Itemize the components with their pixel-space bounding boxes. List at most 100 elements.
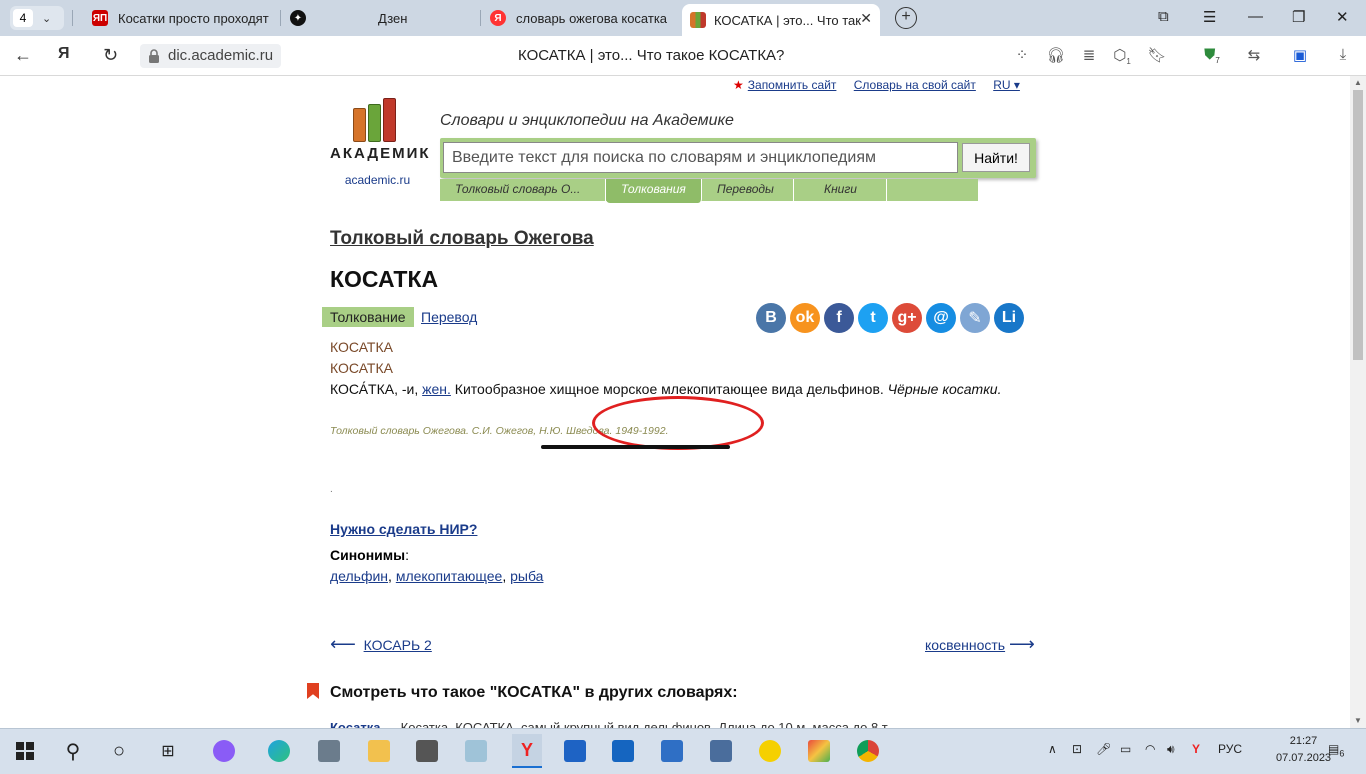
reload-icon[interactable]: ↻	[103, 45, 118, 66]
scroll-down-icon[interactable]: ▼	[1354, 716, 1362, 725]
share-button-7[interactable]: Li	[994, 303, 1024, 333]
reader-icon[interactable]: ≣	[1079, 46, 1099, 66]
tab-2[interactable]: ✦ Дзен	[290, 4, 470, 32]
scroll-thumb[interactable]	[1353, 90, 1363, 360]
page-title: КОСАТКА | это... Что такое КОСАТКА?	[518, 47, 785, 64]
volume-icon[interactable]: 🔊︎	[1167, 742, 1175, 757]
app-a-icon[interactable]	[414, 738, 440, 764]
restore-icon[interactable]: ❐	[1292, 8, 1305, 26]
tab-4-active[interactable]: КОСАТКА | это... Что так ✕	[682, 4, 880, 36]
nir-link[interactable]: Нужно сделать НИР?	[330, 521, 477, 537]
next-entry-link[interactable]: косвенность ⟶	[925, 634, 1035, 655]
yandex-home-icon[interactable]: Я	[58, 45, 70, 63]
bookmark-icon[interactable]: 🔖︎	[1147, 46, 1167, 66]
share-button-6[interactable]: ✎	[960, 303, 990, 333]
notifications-icon[interactable]: ▤6	[1328, 742, 1344, 758]
share-button-3[interactable]: t	[858, 303, 888, 333]
headphones-icon[interactable]: 🎧︎	[1046, 46, 1066, 66]
page-scrollbar[interactable]: ▲ ▼	[1350, 76, 1366, 728]
meet-icon[interactable]: ⊡	[1072, 742, 1082, 756]
separator-dot: .	[330, 484, 333, 495]
protect-icon[interactable]: ⛊7	[1202, 46, 1222, 66]
back-icon[interactable]: ←	[14, 45, 32, 66]
logo-text: АКАДЕМИК	[330, 145, 431, 162]
star-icon: ★	[733, 78, 744, 92]
tray-expand-icon[interactable]: ∧	[1048, 742, 1057, 756]
share-button-2[interactable]: f	[824, 303, 854, 333]
books-logo-icon	[353, 96, 425, 142]
other-entry-link[interactable]: Косатка	[330, 720, 380, 728]
prev-entry-link[interactable]: ⟵ КОСАРЬ 2	[330, 634, 432, 655]
microphone-icon[interactable]: 🎤︎	[1096, 742, 1111, 756]
search-button[interactable]: Найти!	[962, 143, 1030, 172]
alice-icon[interactable]	[211, 738, 237, 764]
share-button-5[interactable]: @	[926, 303, 956, 333]
profile-icon[interactable]: ▣	[1290, 46, 1310, 66]
entry-line-2: КОСАТКА	[330, 360, 393, 376]
search-icon[interactable]: ⚲	[60, 738, 86, 764]
task-view-icon[interactable]: ⊞	[155, 738, 181, 764]
keyboard-language[interactable]: РУС	[1218, 742, 1242, 756]
yandex-browser-taskbar-icon[interactable]: Y	[512, 734, 542, 768]
menu-icon[interactable]: ☰	[1203, 8, 1216, 26]
mail-icon[interactable]	[659, 738, 685, 764]
windows-taskbar: ⚲ ○ ⊞ Y ∧ ⊡ 🎤︎ ▭ ◠ 🔊︎ Y РУС 21:27 07.07.…	[0, 728, 1366, 774]
synonym-link[interactable]: млекопитающее	[396, 568, 503, 584]
search-input[interactable]	[443, 142, 958, 173]
tab-translations[interactable]: Переводы	[702, 179, 794, 201]
address-bar: ← Я ↻ dic.academic.ru КОСАТКА | это... Ч…	[0, 36, 1366, 76]
tab-interpretations[interactable]: Толкования	[606, 179, 702, 203]
minimize-icon[interactable]: —	[1248, 8, 1263, 25]
file-explorer-icon[interactable]	[366, 738, 392, 764]
notes-icon[interactable]	[463, 738, 489, 764]
wifi-icon[interactable]: ◠	[1145, 742, 1155, 756]
dict-for-site-link[interactable]: Словарь на свой сайт	[854, 78, 976, 92]
academic-logo[interactable]: АКАДЕМИК academic.ru	[330, 96, 431, 187]
paint-icon[interactable]	[806, 738, 832, 764]
chrome-icon[interactable]	[855, 738, 881, 764]
other-dictionary-entry: Косатка — Косатка, КОСАТКА, самый крупны…	[330, 720, 890, 728]
definition-example: Чёрные косатки.	[887, 381, 1002, 397]
new-tab-button[interactable]: +	[895, 7, 917, 29]
tab-title: Косатки просто проходят	[118, 10, 269, 26]
calculator-icon[interactable]	[316, 738, 342, 764]
download-icon[interactable]: ⤓	[1333, 46, 1353, 66]
url-field[interactable]: dic.academic.ru	[140, 44, 282, 68]
remember-site-link[interactable]: Запомнить сайт	[748, 78, 837, 92]
windows-start-icon[interactable]	[12, 738, 38, 764]
edge-icon[interactable]	[266, 738, 292, 764]
scroll-up-icon[interactable]: ▲	[1354, 78, 1362, 87]
language-select[interactable]: RU ▾	[993, 78, 1020, 92]
clock[interactable]: 21:27 07.07.2023	[1276, 733, 1331, 767]
tab-1[interactable]: ЯП Косатки просто проходят	[92, 4, 272, 32]
close-tab-icon[interactable]: ✕	[860, 10, 872, 27]
tab-dictionary[interactable]: Толковый словарь О...	[440, 179, 606, 201]
translate-icon[interactable]: ⇆	[1244, 46, 1264, 66]
share-button-1[interactable]: ok	[790, 303, 820, 333]
cortana-icon[interactable]: ○	[106, 738, 132, 764]
tab-title: словарь ожегова косатка	[516, 10, 668, 26]
app-yellow-icon[interactable]	[757, 738, 783, 764]
services-icon[interactable]: ⁘	[1012, 46, 1032, 66]
synonym-link[interactable]: дельфин	[330, 568, 388, 584]
yandex-tray-icon[interactable]: Y	[1192, 742, 1200, 756]
tab-title: КОСАТКА | это... Что так	[714, 12, 861, 28]
close-window-icon[interactable]: ✕	[1336, 8, 1349, 26]
extension-icon[interactable]: ⬡1	[1112, 46, 1132, 66]
share-button-0[interactable]: В	[756, 303, 786, 333]
mode-interpretation-tab[interactable]: Толкование	[322, 307, 414, 327]
app-blue-icon[interactable]	[610, 738, 636, 764]
tab-books[interactable]: Книги	[794, 179, 887, 201]
app-doc-icon[interactable]	[708, 738, 734, 764]
web-page: ★ Запомнить сайт Словарь на свой сайт RU …	[0, 76, 1350, 728]
gender-link[interactable]: жен.	[422, 381, 451, 397]
tab-3[interactable]: Я словарь ожегова косатка	[490, 4, 670, 32]
collections-icon[interactable]: ⧉	[1158, 8, 1169, 25]
store-icon[interactable]	[562, 738, 588, 764]
mode-translation-link[interactable]: Перевод	[421, 309, 477, 325]
share-button-4[interactable]: g+	[892, 303, 922, 333]
battery-icon[interactable]: ▭	[1120, 742, 1131, 756]
synonym-link[interactable]: рыба	[510, 568, 543, 584]
tab-count-button[interactable]: 4 ⌄	[10, 6, 64, 30]
dictionary-title-link[interactable]: Толковый словарь Ожегова	[330, 228, 594, 250]
